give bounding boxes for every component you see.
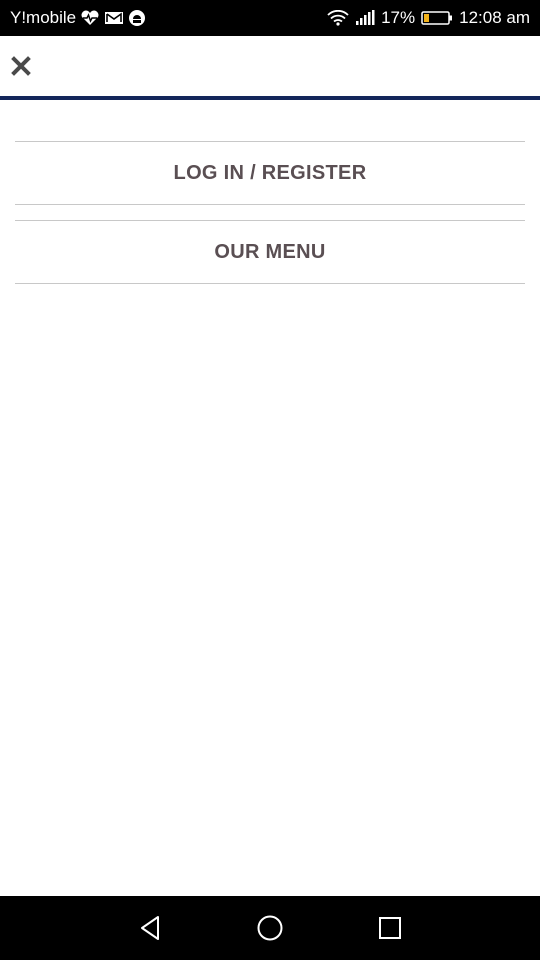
home-button[interactable] (256, 914, 284, 942)
back-icon (138, 915, 162, 941)
status-left: Y!mobile (10, 8, 146, 28)
navigation-bar (0, 896, 540, 960)
login-register-label: LOG IN / REGISTER (173, 161, 367, 184)
home-icon (256, 914, 284, 942)
clock: 12:08 am (459, 8, 530, 27)
our-menu-label: OUR MENU (214, 240, 326, 263)
status-bar: Y!mobile 17% 12:08 am (0, 0, 540, 36)
our-menu-link[interactable]: OUR MENU (15, 220, 525, 284)
mail-icon (104, 10, 124, 26)
back-button[interactable] (136, 914, 164, 942)
wifi-icon (327, 10, 349, 26)
close-button[interactable] (8, 52, 34, 80)
heart-rate-icon (80, 10, 100, 26)
battery-icon (421, 10, 453, 26)
signal-icon (355, 10, 375, 26)
status-right: 17% 12:08 am (327, 8, 530, 28)
recents-button[interactable] (376, 914, 404, 942)
menu-list: LOG IN / REGISTER OUR MENU (15, 141, 525, 284)
battery-percent: 17% (381, 8, 416, 27)
recents-icon (378, 916, 402, 940)
android-icon (128, 9, 146, 27)
carrier-name: Y!mobile (10, 8, 77, 27)
close-icon (11, 56, 31, 76)
app-header (0, 36, 540, 100)
login-register-link[interactable]: LOG IN / REGISTER (15, 141, 525, 205)
